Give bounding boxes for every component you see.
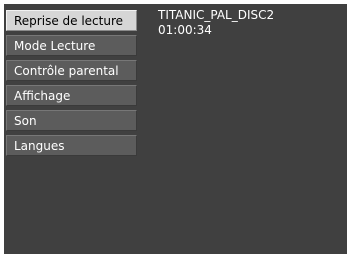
playback-time: 01:00:34 [158,23,212,37]
menu-item-son[interactable]: Son [6,110,137,131]
menu-item-mode-lecture[interactable]: Mode Lecture [6,35,137,56]
disc-title: TITANIC_PAL_DISC2 [158,8,275,22]
disc-info-panel: TITANIC_PAL_DISC2 01:00:34 [158,8,274,38]
menu-item-affichage[interactable]: Affichage [6,85,137,106]
settings-menu: Reprise de lecture Mode Lecture Contrôle… [6,10,137,160]
menu-item-langues[interactable]: Langues [6,135,137,156]
menu-item-controle-parental[interactable]: Contrôle parental [6,60,137,81]
dvd-player-screen: Reprise de lecture Mode Lecture Contrôle… [4,4,347,254]
menu-item-reprise-de-lecture[interactable]: Reprise de lecture [6,10,137,31]
